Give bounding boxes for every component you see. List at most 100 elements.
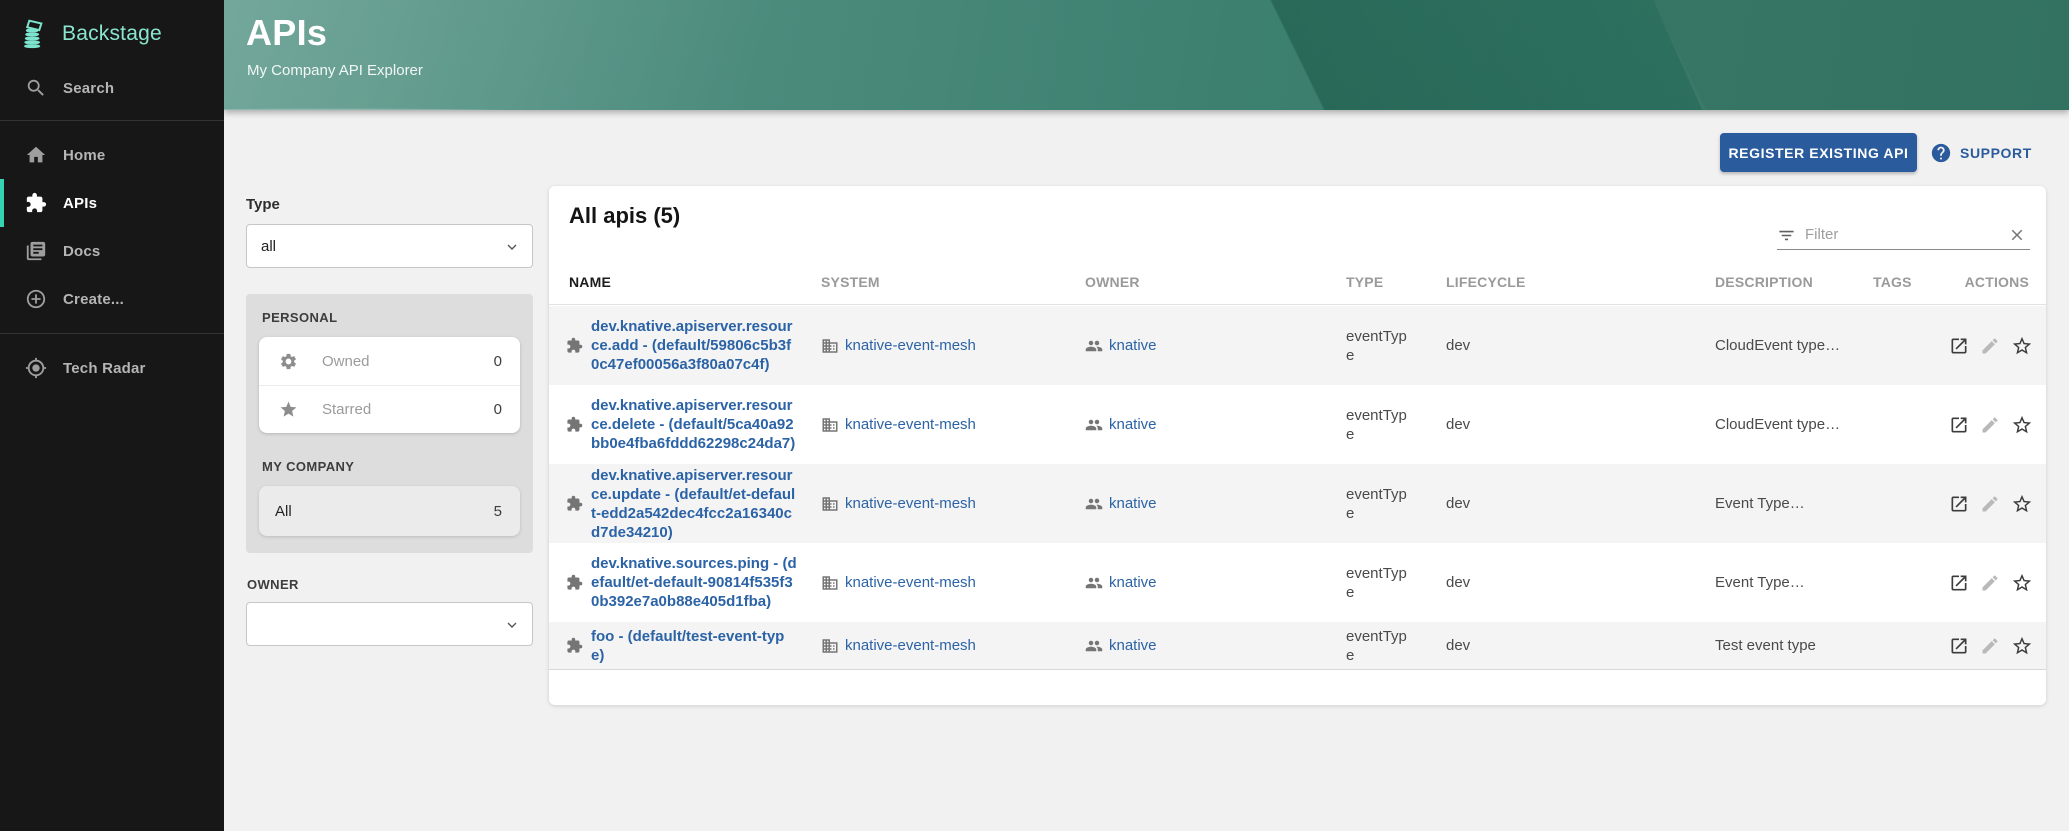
owner-select[interactable] bbox=[246, 602, 533, 646]
domain-icon bbox=[821, 337, 838, 354]
company-section-label: MY COMPANY bbox=[262, 459, 520, 474]
group-icon bbox=[1085, 574, 1102, 591]
personal-card: Owned 0 Starred 0 bbox=[259, 337, 520, 433]
star-outline-icon[interactable] bbox=[2011, 572, 2033, 594]
table-row: foo - (default/test-event-type) knative-… bbox=[549, 622, 2046, 670]
api-lifecycle: dev bbox=[1446, 574, 1470, 591]
table-row: dev.knative.apiserver.resource.update - … bbox=[549, 464, 2046, 543]
column-header-name[interactable]: NAME bbox=[565, 274, 821, 290]
api-description: Event Type… bbox=[1715, 495, 1805, 512]
register-existing-api-button[interactable]: REGISTER EXISTING API bbox=[1720, 133, 1917, 172]
api-name-link[interactable]: dev.knative.apiserver.resource.update - … bbox=[591, 466, 797, 542]
api-name-link[interactable]: dev.knative.apiserver.resource.delete - … bbox=[591, 396, 797, 453]
filter-icon bbox=[1777, 226, 1796, 245]
edit-icon[interactable] bbox=[1980, 573, 2000, 593]
sidebar-item-docs-label: Docs bbox=[63, 243, 100, 260]
owner-filter-label: OWNER bbox=[247, 577, 533, 592]
owner-link[interactable]: knative bbox=[1109, 574, 1157, 591]
sidebar-item-search-label: Search bbox=[63, 80, 114, 97]
open-in-new-icon[interactable] bbox=[1949, 415, 1969, 435]
owner-link[interactable]: knative bbox=[1109, 337, 1157, 354]
open-in-new-icon[interactable] bbox=[1949, 336, 1969, 356]
filter-starred-count: 0 bbox=[494, 401, 502, 418]
api-lifecycle: dev bbox=[1446, 416, 1470, 433]
sidebar-item-docs[interactable]: Docs bbox=[0, 227, 224, 275]
filters-panel: Type all PERSONAL Owned 0 Starred 0 bbox=[246, 196, 533, 646]
edit-icon[interactable] bbox=[1980, 336, 2000, 356]
personal-section-label: PERSONAL bbox=[262, 310, 520, 325]
group-icon bbox=[1085, 637, 1102, 654]
page-subtitle: My Company API Explorer bbox=[247, 62, 423, 79]
filter-starred[interactable]: Starred 0 bbox=[259, 385, 520, 433]
backstage-logo[interactable]: Backstage bbox=[0, 0, 224, 66]
table-row: dev.knative.sources.ping - (default/et-d… bbox=[549, 543, 2046, 622]
edit-icon[interactable] bbox=[1980, 636, 2000, 656]
chevron-down-icon bbox=[504, 617, 520, 633]
support-button[interactable]: SUPPORT bbox=[1930, 141, 2032, 165]
column-header-lifecycle[interactable]: LIFECYCLE bbox=[1446, 274, 1715, 290]
open-in-new-icon[interactable] bbox=[1949, 573, 1969, 593]
api-lifecycle: dev bbox=[1446, 637, 1470, 654]
column-header-system[interactable]: SYSTEM bbox=[821, 274, 1085, 290]
sidebar-item-home[interactable]: Home bbox=[0, 131, 224, 179]
star-outline-icon[interactable] bbox=[2011, 335, 2033, 357]
star-outline-icon[interactable] bbox=[2011, 414, 2033, 436]
star-outline-icon[interactable] bbox=[2011, 635, 2033, 657]
puzzle-icon bbox=[566, 495, 583, 512]
table-header-row: NAME SYSTEM OWNER TYPE LIFECYCLE DESCRIP… bbox=[549, 260, 2046, 305]
column-header-actions: ACTIONS bbox=[1949, 274, 2046, 290]
sidebar-item-tech-radar[interactable]: Tech Radar bbox=[0, 344, 224, 392]
gear-icon bbox=[279, 352, 298, 371]
filter-owned-label: Owned bbox=[322, 353, 494, 370]
sidebar-item-apis-label: APIs bbox=[63, 195, 97, 212]
column-header-description[interactable]: DESCRIPTION bbox=[1715, 274, 1873, 290]
api-type: eventType bbox=[1346, 485, 1410, 523]
sidebar-item-create[interactable]: Create... bbox=[0, 275, 224, 323]
table-title: All apis (5) bbox=[569, 203, 680, 229]
filter-underline bbox=[1777, 249, 2030, 250]
sidebar-divider bbox=[0, 120, 224, 121]
sidebar-item-apis[interactable]: APIs bbox=[0, 179, 224, 227]
column-header-tags[interactable]: TAGS bbox=[1873, 274, 1949, 290]
api-description: CloudEvent type… bbox=[1715, 337, 1840, 354]
api-lifecycle: dev bbox=[1446, 495, 1470, 512]
puzzle-icon bbox=[566, 574, 583, 591]
owner-link[interactable]: knative bbox=[1109, 416, 1157, 433]
table-filter bbox=[1777, 222, 2030, 250]
api-name-link[interactable]: foo - (default/test-event-type) bbox=[591, 627, 797, 665]
system-link[interactable]: knative-event-mesh bbox=[845, 574, 976, 591]
docs-icon bbox=[25, 240, 47, 262]
column-header-type[interactable]: TYPE bbox=[1346, 274, 1446, 290]
column-header-owner[interactable]: OWNER bbox=[1085, 274, 1346, 290]
owner-link[interactable]: knative bbox=[1109, 637, 1157, 654]
filter-owned[interactable]: Owned 0 bbox=[259, 337, 520, 385]
system-link[interactable]: knative-event-mesh bbox=[845, 495, 976, 512]
edit-icon[interactable] bbox=[1980, 415, 2000, 435]
backstage-logo-icon bbox=[18, 16, 52, 52]
search-icon bbox=[25, 77, 47, 99]
filter-group: PERSONAL Owned 0 Starred 0 MY COMPANY Al… bbox=[246, 294, 533, 553]
sidebar-item-tech-radar-label: Tech Radar bbox=[63, 360, 146, 377]
puzzle-icon bbox=[566, 416, 583, 433]
filter-all[interactable]: All 5 bbox=[259, 486, 520, 536]
table-filter-input[interactable] bbox=[1805, 222, 1985, 246]
sidebar-item-search[interactable]: Search bbox=[0, 66, 224, 110]
domain-icon bbox=[821, 574, 838, 591]
api-name-link[interactable]: dev.knative.sources.ping - (default/et-d… bbox=[591, 554, 797, 611]
group-icon bbox=[1085, 416, 1102, 433]
api-type: eventType bbox=[1346, 627, 1410, 665]
edit-icon[interactable] bbox=[1980, 494, 2000, 514]
type-select[interactable]: all bbox=[246, 224, 533, 268]
open-in-new-icon[interactable] bbox=[1949, 494, 1969, 514]
close-icon[interactable] bbox=[2008, 226, 2026, 244]
system-link[interactable]: knative-event-mesh bbox=[845, 416, 976, 433]
star-outline-icon[interactable] bbox=[2011, 493, 2033, 515]
system-link[interactable]: knative-event-mesh bbox=[845, 337, 976, 354]
system-link[interactable]: knative-event-mesh bbox=[845, 637, 976, 654]
help-icon bbox=[1930, 142, 1952, 164]
owner-link[interactable]: knative bbox=[1109, 495, 1157, 512]
api-name-link[interactable]: dev.knative.apiserver.resource.add - (de… bbox=[591, 317, 797, 374]
sidebar: Backstage Search Home APIs Docs Create..… bbox=[0, 0, 224, 831]
api-description: CloudEvent type… bbox=[1715, 416, 1840, 433]
open-in-new-icon[interactable] bbox=[1949, 636, 1969, 656]
